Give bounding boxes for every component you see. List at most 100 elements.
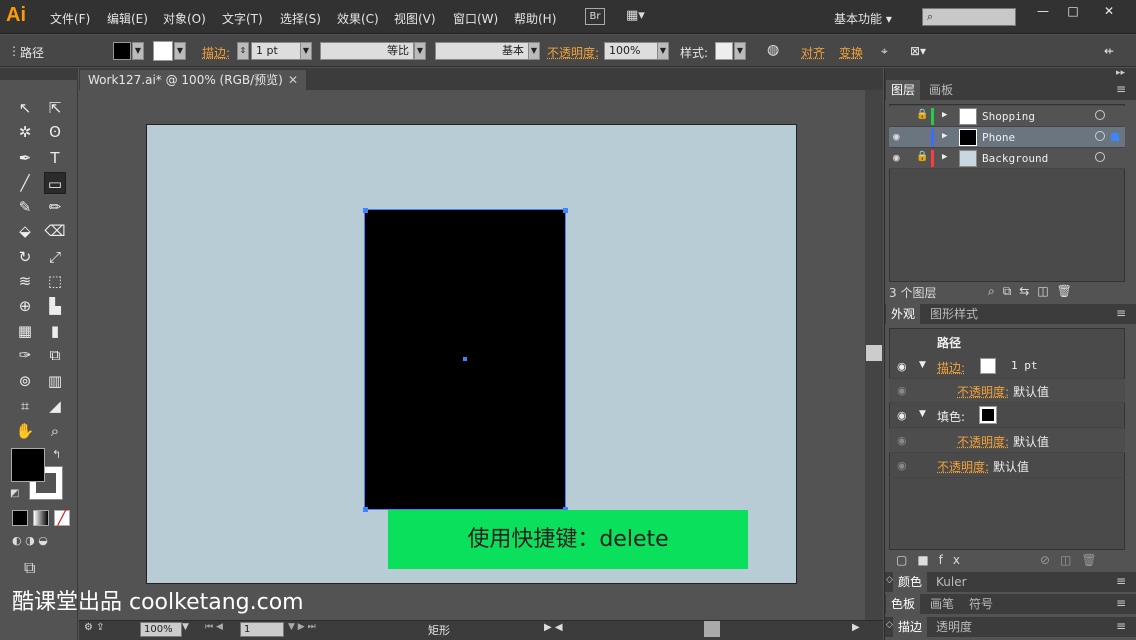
menu-window[interactable]: 窗口(W)	[453, 10, 498, 27]
appearance-footer-icons[interactable]: ▢■fx	[896, 553, 970, 567]
line-tool-icon[interactable]: ╱	[14, 172, 36, 194]
appearance-footer-actions[interactable]: ⊘◫🗑	[1040, 553, 1107, 567]
rectangle-tool-icon[interactable]: ▭	[44, 172, 66, 194]
panel-toggle-icon[interactable]: ◇	[886, 575, 893, 585]
isolate-icon[interactable]: ⌖	[881, 44, 888, 59]
screen-mode-icon[interactable]: ⧉	[24, 558, 35, 578]
target-icon[interactable]	[1095, 152, 1105, 162]
brush-dropdown-icon[interactable]: ▼	[528, 42, 540, 60]
tab-layers[interactable]: 图层	[886, 80, 921, 100]
artboard-tool-icon[interactable]: ⌗	[14, 395, 36, 417]
vertical-scroll-thumb[interactable]	[866, 345, 882, 361]
tab-graphic-styles[interactable]: 图形样式	[925, 304, 983, 324]
dock-collapse-icon[interactable]: ▸▸	[1116, 68, 1125, 78]
menu-object[interactable]: 对象(O)	[163, 10, 206, 27]
blob-brush-tool-icon[interactable]: ⬙	[14, 220, 36, 242]
visibility-eye-icon[interactable]: ◉	[897, 459, 907, 472]
layer-name[interactable]: Shopping	[982, 110, 1035, 123]
layer-name[interactable]: Phone	[982, 131, 1015, 144]
menu-select[interactable]: 选择(S)	[280, 10, 321, 27]
stroke-weight-field[interactable]: 1 pt	[251, 42, 301, 60]
visibility-eye-icon[interactable]: ◉	[897, 360, 907, 373]
layer-row-phone[interactable]: ◉ ▶ Phone	[889, 127, 1125, 148]
lock-icon[interactable]: 🔒	[916, 151, 928, 162]
minimize-button[interactable]: —	[1028, 2, 1058, 20]
resize-handle-top-right[interactable]	[563, 208, 568, 213]
visibility-eye-icon[interactable]: ◉	[893, 130, 900, 143]
target-icon[interactable]	[1095, 110, 1105, 120]
width-tool-icon[interactable]: ≋	[14, 270, 36, 292]
fill-swatch[interactable]	[113, 42, 131, 60]
status-icons[interactable]: ⚙ ⇪	[84, 622, 105, 633]
shape-builder-tool-icon[interactable]: ⊕	[14, 295, 36, 317]
tab-stroke[interactable]: 描边	[893, 617, 928, 637]
opacity-field[interactable]: 100%	[604, 42, 658, 60]
menu-view[interactable]: 视图(V)	[394, 10, 436, 27]
default-colors-icon[interactable]: ◩	[10, 488, 19, 499]
profile-dropdown-icon[interactable]: ▼	[414, 42, 426, 60]
layers-panel-menu-icon[interactable]: ≡	[1116, 82, 1126, 96]
slice-tool-icon[interactable]: ◢	[44, 395, 66, 417]
tab-symbols[interactable]: 符号	[964, 594, 998, 614]
resize-handle-top-left[interactable]	[363, 208, 368, 213]
color-mode-icon[interactable]	[12, 510, 28, 526]
expand-triangle-icon[interactable]: ▶	[942, 110, 947, 120]
expand-triangle-icon[interactable]: ▶	[942, 131, 947, 141]
selection-indicator[interactable]	[1111, 133, 1119, 141]
appearance-stroke-row[interactable]: ◉ ▼ 描边: 1 pt	[889, 355, 1125, 379]
gradient-mode-icon[interactable]	[33, 510, 49, 526]
lock-icon[interactable]: 🔒	[916, 109, 928, 120]
fill-opacity-row[interactable]: ◉ 不透明度: 默认值	[889, 429, 1125, 453]
stroke-label[interactable]: 描边:	[202, 44, 230, 61]
document-tab[interactable]: Work127.ai* @ 100% (RGB/预览) ✕	[80, 70, 306, 90]
stroke-stepper-icon[interactable]: ⇕	[237, 42, 249, 60]
lasso-tool-icon[interactable]: ʘ	[44, 121, 66, 143]
object-opacity-label[interactable]: 不透明度:	[937, 458, 989, 475]
stroke-swatch[interactable]	[980, 358, 996, 374]
symbol-sprayer-tool-icon[interactable]: ⊚	[14, 370, 36, 392]
magic-wand-tool-icon[interactable]: ✲	[14, 121, 36, 143]
expand-triangle-icon[interactable]: ▶	[942, 152, 947, 162]
stroke-panel-menu-icon[interactable]: ≡	[1116, 619, 1126, 633]
fill-color-box[interactable]	[11, 448, 45, 482]
visibility-eye-icon[interactable]: ◉	[897, 384, 907, 397]
menu-file[interactable]: 文件(F)	[50, 10, 90, 27]
tab-brushes[interactable]: 画笔	[925, 594, 959, 614]
zoom-tool-icon[interactable]: ⌕	[44, 420, 66, 442]
stroke-dropdown-icon[interactable]: ▼	[174, 42, 186, 60]
menu-effect[interactable]: 效果(C)	[337, 10, 379, 27]
recolor-icon[interactable]: ◍	[767, 42, 779, 58]
status-menu-icon[interactable]: ▶ ◀	[544, 622, 563, 633]
pen-tool-icon[interactable]: ✒	[14, 147, 36, 169]
fill-dropdown-icon[interactable]: ▼	[132, 42, 144, 60]
visibility-eye-icon[interactable]: ◉	[897, 409, 907, 422]
pencil-tool-icon[interactable]: ✏	[44, 196, 66, 218]
brush-definition[interactable]: 基本	[435, 42, 529, 60]
stroke-weight-dropdown-icon[interactable]: ▼	[300, 42, 312, 60]
type-tool-icon[interactable]: T	[44, 147, 66, 169]
appearance-fill-row[interactable]: ◉ ▼ 填色:	[889, 404, 1125, 428]
scroll-right-icon[interactable]: ▶	[852, 622, 860, 633]
fill-swatch[interactable]	[979, 406, 997, 424]
first-artboard-icon[interactable]: ⏮ ◀	[205, 622, 223, 632]
perspective-grid-tool-icon[interactable]: ▙	[44, 295, 66, 317]
layers-footer-icons[interactable]: ⌕⧉⇆◫🗑	[988, 284, 1080, 299]
help-search-input[interactable]: ⌕	[922, 8, 1016, 26]
tab-swatches[interactable]: 色板	[886, 594, 921, 614]
gradient-tool-icon[interactable]: ▮	[44, 320, 66, 342]
stroke-opacity-row[interactable]: ◉ 不透明度: 默认值	[889, 379, 1125, 403]
swap-colors-icon[interactable]: ↰	[52, 448, 61, 461]
control-menu-icon[interactable]: ⇷	[1104, 44, 1114, 58]
color-panel-menu-icon[interactable]: ≡	[1116, 574, 1126, 588]
scale-tool-icon[interactable]: ⤢	[44, 246, 66, 268]
stroke-weight-value[interactable]: 1 pt	[1011, 359, 1038, 372]
bridge-button[interactable]: Br	[585, 8, 605, 25]
tab-kuler[interactable]: Kuler	[931, 572, 972, 592]
appearance-panel-menu-icon[interactable]: ≡	[1116, 306, 1126, 320]
menu-type[interactable]: 文字(T)	[222, 10, 263, 27]
graphic-style-swatch[interactable]	[715, 42, 733, 60]
layer-row-shopping[interactable]: 🔒 ▶ Shopping	[889, 106, 1125, 127]
envelope-icon[interactable]: ⊠▾	[910, 44, 926, 58]
resize-handle-bottom-left[interactable]	[363, 507, 368, 512]
eyedropper-tool-icon[interactable]: ✑	[14, 344, 36, 366]
